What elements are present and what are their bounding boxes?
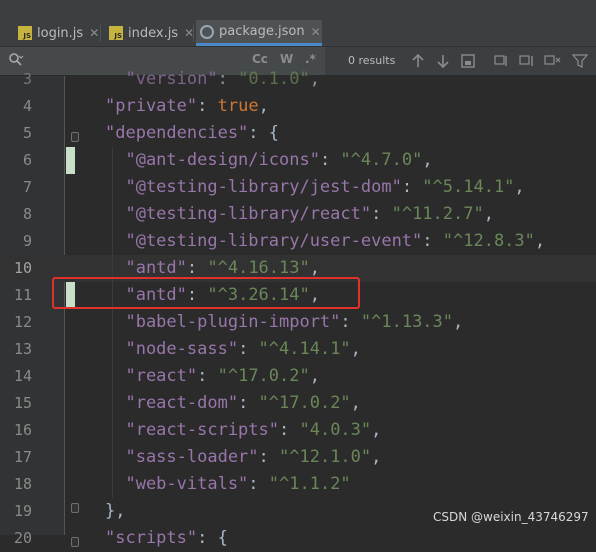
tab-label: package.json xyxy=(219,24,305,39)
line-number: 13 xyxy=(13,340,32,358)
fold-icon[interactable] xyxy=(71,132,79,142)
code-text: "dependencies": { xyxy=(105,123,280,143)
code-line[interactable]: 4 "private": true, xyxy=(0,93,596,120)
regex-toggle[interactable]: .* xyxy=(305,52,316,66)
code-text: "private": true, xyxy=(105,96,269,116)
fold-icon[interactable] xyxy=(71,537,79,547)
js-file-icon: JS xyxy=(109,26,123,40)
line-number: 14 xyxy=(13,367,32,385)
tab-index-js[interactable]: JS index.js ✕ xyxy=(105,20,194,46)
line-number: 3 xyxy=(22,70,32,88)
code-text: "@testing-library/user-event": "^12.8.3"… xyxy=(105,231,546,251)
code-text: }, xyxy=(105,501,126,521)
line-number: 18 xyxy=(13,475,32,493)
code-line[interactable]: 20 "scripts": { xyxy=(0,525,596,552)
close-icon[interactable]: ✕ xyxy=(311,25,321,39)
code-line[interactable]: 18 "web-vitals": "^1.1.2" xyxy=(0,471,596,498)
code-editor[interactable]: 3 "version": "0.1.0", 4 "private": true, 5 "… xyxy=(0,66,596,552)
tab-label: index.js xyxy=(128,25,179,41)
code-text: "node-sass": "^4.14.1", xyxy=(105,339,361,359)
line-number: 11 xyxy=(13,286,32,304)
close-icon[interactable]: ✕ xyxy=(89,26,99,40)
code-line[interactable]: 9 "@testing-library/user-event": "^12.8.… xyxy=(0,228,596,255)
line-number: 4 xyxy=(22,97,32,115)
editor-tab-bar: JS login.js ✕ JS index.js ✕ package.json… xyxy=(0,0,596,47)
code-text: "version": "0.1.0", xyxy=(105,69,320,89)
line-number: 17 xyxy=(13,448,32,466)
code-line[interactable]: 15 "react-dom": "^17.0.2", xyxy=(0,390,596,417)
code-line[interactable]: 17 "sass-loader": "^12.1.0", xyxy=(0,444,596,471)
line-number: 19 xyxy=(13,502,32,520)
code-text: "sass-loader": "^12.1.0", xyxy=(105,447,382,467)
code-line[interactable]: 8 "@testing-library/react": "^11.2.7", xyxy=(0,201,596,228)
line-number: 9 xyxy=(22,232,32,250)
code-line[interactable]: 14 "react": "^17.0.2", xyxy=(0,363,596,390)
code-text: "babel-plugin-import": "^1.13.3", xyxy=(105,312,464,332)
code-line[interactable]: 5 "dependencies": { xyxy=(0,120,596,147)
line-number: 20 xyxy=(13,529,32,547)
js-file-icon: JS xyxy=(18,26,32,40)
code-line[interactable]: 13 "node-sass": "^4.14.1", xyxy=(0,336,596,363)
code-text: "react-scripts": "4.0.3", xyxy=(105,420,382,440)
tab-package-json[interactable]: package.json ✕ xyxy=(196,20,322,46)
code-text: "@testing-library/react": "^11.2.7", xyxy=(105,204,494,224)
json-file-icon xyxy=(200,24,214,39)
change-marker[interactable] xyxy=(66,147,75,174)
fold-icon[interactable] xyxy=(71,503,79,513)
code-line[interactable]: 7 "@testing-library/jest-dom": "^5.14.1"… xyxy=(0,174,596,201)
line-number: 7 xyxy=(22,178,32,196)
code-text: "scripts": { xyxy=(105,528,228,548)
match-case-toggle[interactable]: Cc xyxy=(252,52,268,66)
code-line[interactable]: 3 "version": "0.1.0", xyxy=(0,66,596,93)
whole-words-toggle[interactable]: W xyxy=(280,52,293,66)
annotation-highlight-box xyxy=(52,277,360,309)
line-number: 6 xyxy=(22,151,32,169)
code-text: "@testing-library/jest-dom": "^5.14.1", xyxy=(105,177,525,197)
line-number: 15 xyxy=(13,394,32,412)
line-number: 10 xyxy=(13,259,32,277)
code-text: "react-dom": "^17.0.2", xyxy=(105,393,361,413)
code-line[interactable]: 6 "@ant-design/icons": "^4.7.0", xyxy=(0,147,596,174)
line-number: 16 xyxy=(13,421,32,439)
code-line[interactable]: 12 "babel-plugin-import": "^1.13.3", xyxy=(0,309,596,336)
watermark-text: CSDN @weixin_43746297 xyxy=(433,510,589,524)
code-text: "@ant-design/icons": "^4.7.0", xyxy=(105,150,433,170)
code-line[interactable]: 16 "react-scripts": "4.0.3", xyxy=(0,417,596,444)
tab-login-js[interactable]: JS login.js ✕ xyxy=(14,20,99,46)
tab-label: login.js xyxy=(37,25,84,41)
code-text: "web-vitals": "^1.1.2" xyxy=(105,474,351,494)
code-text: "react": "^17.0.2", xyxy=(105,366,320,386)
line-number: 12 xyxy=(13,313,32,331)
line-number: 8 xyxy=(22,205,32,223)
line-number: 5 xyxy=(22,124,32,142)
